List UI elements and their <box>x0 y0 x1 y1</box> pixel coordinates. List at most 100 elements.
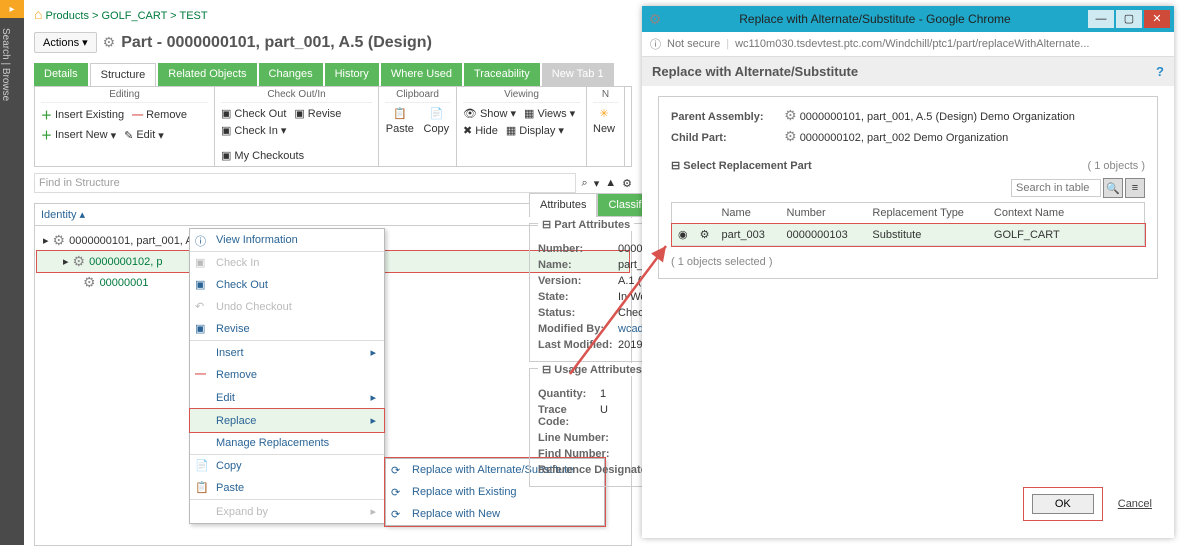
copy-button[interactable]: 📄Copy <box>424 105 450 137</box>
checkin-button[interactable]: ▣ Check In ▾ <box>221 122 286 139</box>
row-ctx: GOLF_CART <box>988 224 1085 246</box>
tab-structure[interactable]: Structure <box>90 63 157 86</box>
row-name[interactable]: part_003 <box>715 224 780 246</box>
ctx-replace[interactable]: Replace▸ <box>190 409 384 432</box>
tabs: Details Structure Related Objects Change… <box>24 63 642 86</box>
views-button[interactable]: ▦ Views ▾ <box>524 105 575 122</box>
ctx-edit[interactable]: Edit▸ <box>190 386 384 409</box>
context-menu: ⓘView Information ▣Check In ▣Check Out ↶… <box>189 228 385 524</box>
crumb-test[interactable]: TEST <box>179 10 207 22</box>
undo-icon: ↶ <box>195 300 204 313</box>
paste-icon: 📋 <box>195 481 209 494</box>
child-part-label: Child Part: <box>671 132 781 144</box>
tab-whereused[interactable]: Where Used <box>381 63 462 86</box>
gear-icon <box>646 11 664 28</box>
minimize-button[interactable]: — <box>1088 10 1114 28</box>
col-number[interactable]: Number <box>781 203 867 224</box>
ctx-insert[interactable]: Insert▸ <box>190 340 384 364</box>
security-icon[interactable]: ⓘ <box>650 36 661 52</box>
maximize-button[interactable]: ▢ <box>1116 10 1142 28</box>
insert-new-button[interactable]: ＋Insert New ▾ <box>41 125 116 145</box>
chevron-right-icon: ▸ <box>370 505 376 518</box>
insert-existing-button[interactable]: ＋Insert Existing <box>41 105 124 125</box>
gear-icon <box>784 111 797 123</box>
tab-changes[interactable]: Changes <box>259 63 323 86</box>
dialog-titlebar: Replace with Alternate/Substitute - Goog… <box>642 6 1174 32</box>
gear-icon <box>53 232 66 249</box>
toolbar-group-checkout: Check Out/In <box>221 89 372 103</box>
home-icon[interactable]: ⌂ <box>34 6 42 22</box>
part-attributes-legend: ⊟ Part Attributes <box>538 218 634 231</box>
tree-icon[interactable]: ▲ <box>605 177 616 189</box>
search-button[interactable]: 🔍 <box>1103 178 1123 198</box>
ok-button[interactable]: OK <box>1032 494 1094 514</box>
row-radio[interactable]: ◉ <box>672 224 694 246</box>
chevron-right-icon: ▸ <box>370 346 376 359</box>
tab-history[interactable]: History <box>325 63 379 86</box>
attributes-tab[interactable]: Attributes <box>529 193 597 217</box>
tab-new[interactable]: New Tab 1 <box>542 63 614 86</box>
show-button[interactable]: 👁 Show ▾ <box>463 105 516 122</box>
actions-menu-button[interactable]: Actions ▾ <box>34 32 97 53</box>
replace-with-new[interactable]: ⟳Replace with New <box>386 503 604 525</box>
expand-rail-button[interactable]: ▸ <box>0 0 24 18</box>
settings-icon[interactable]: ⚙ <box>622 177 632 190</box>
edit-button[interactable]: ✎ Edit ▾ <box>124 127 164 144</box>
help-icon[interactable]: ? <box>1156 64 1164 79</box>
swap-icon: ⟳ <box>391 486 400 499</box>
replace-dialog-window: Replace with Alternate/Substitute - Goog… <box>642 6 1174 538</box>
revise-icon: ▣ <box>195 322 205 335</box>
ctx-remove[interactable]: —Remove <box>190 364 384 386</box>
chevron-right-icon: ▸ <box>370 391 376 404</box>
find-in-structure-input[interactable] <box>34 173 576 193</box>
select-replacement-label: ⊟ Select Replacement Part <box>671 159 812 172</box>
revise-button[interactable]: ▣ Revise <box>294 105 341 122</box>
tab-details[interactable]: Details <box>34 63 88 86</box>
ctx-expand-by: Expand by▸ <box>190 499 384 523</box>
col-replacement-type[interactable]: Replacement Type <box>866 203 987 224</box>
row-number: 0000000103 <box>781 224 867 246</box>
main-panel: ⌂ Products > GOLF_CART > TEST Actions ▾ … <box>24 0 642 545</box>
filter-icon[interactable]: ⌕ <box>582 177 588 190</box>
gear-icon <box>73 253 86 270</box>
crumb-products[interactable]: Products <box>46 10 89 22</box>
ctx-copy[interactable]: 📄Copy <box>190 454 384 477</box>
paste-button[interactable]: 📋Paste <box>386 105 414 137</box>
ctx-manage-replacements[interactable]: Manage Replacements <box>190 432 384 454</box>
cancel-link[interactable]: Cancel <box>1118 498 1152 510</box>
search-in-table-input[interactable] <box>1011 179 1101 197</box>
mycheckouts-button[interactable]: ▣ My Checkouts <box>221 147 304 164</box>
table-menu-button[interactable]: ≡ <box>1125 178 1145 198</box>
remove-button[interactable]: —Remove <box>132 107 187 123</box>
ctx-checkout[interactable]: ▣Check Out <box>190 274 384 296</box>
ctx-paste[interactable]: 📋Paste <box>190 477 384 499</box>
dialog-header: Replace with Alternate/Substitute <box>652 64 858 79</box>
col-context-name[interactable]: Context Name <box>988 203 1085 224</box>
gear-icon: ⚙ <box>694 224 716 246</box>
dialog-window-title: Replace with Alternate/Substitute - Goog… <box>664 12 1086 26</box>
checkout-icon: ▣ <box>195 278 205 291</box>
ok-annotation-box: OK <box>1024 488 1102 520</box>
hide-button[interactable]: ✖ Hide <box>463 122 498 139</box>
new-button[interactable]: ✳New <box>593 105 615 137</box>
parent-assembly-value: 0000000101, part_001, A.5 (Design) Demo … <box>800 111 1075 123</box>
tab-traceability[interactable]: Traceability <box>464 63 540 86</box>
toolbar: Editing ＋Insert Existing —Remove ＋Insert… <box>34 86 632 167</box>
page-title: Part - 0000000101, part_001, A.5 (Design… <box>121 34 432 52</box>
checkin-icon: ▣ <box>195 256 205 269</box>
child-part-value: 0000000102, part_002 Demo Organization <box>800 132 1009 144</box>
close-button[interactable]: ✕ <box>1144 10 1170 28</box>
funnel-icon[interactable]: ▾ <box>594 177 600 190</box>
ctx-checkin: ▣Check In <box>190 251 384 274</box>
display-button[interactable]: ▦ Display ▾ <box>506 122 564 139</box>
copy-icon: 📄 <box>195 459 209 472</box>
col-name[interactable]: Name <box>715 203 780 224</box>
gear-icon <box>83 274 96 291</box>
ctx-view-information[interactable]: ⓘView Information <box>190 229 384 251</box>
rail-label[interactable]: Search | Browse <box>0 18 11 101</box>
tab-related[interactable]: Related Objects <box>158 63 256 86</box>
crumb-golfcart[interactable]: GOLF_CART <box>102 10 168 22</box>
ctx-revise[interactable]: ▣Revise <box>190 318 384 340</box>
usage-attributes-legend: ⊟ Usage Attributes <box>538 363 646 376</box>
checkout-button[interactable]: ▣ Check Out <box>221 105 286 122</box>
